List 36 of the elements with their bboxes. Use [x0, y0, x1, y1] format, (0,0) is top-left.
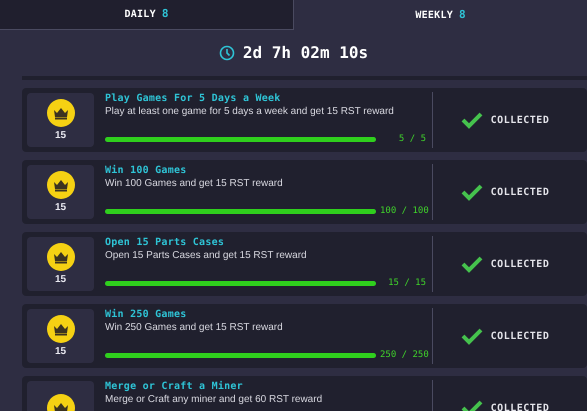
checkmark-icon [460, 327, 483, 345]
quest-description: Win 250 Games and get 15 RST reward [105, 322, 284, 334]
quest-description: Open 15 Parts Cases and get 15 RST reward [105, 250, 308, 262]
crown-coin-icon [46, 243, 74, 271]
reward-amount: 15 [54, 347, 66, 357]
checkmark-icon [460, 183, 483, 201]
checkmark-icon [460, 255, 483, 273]
collected-status: COLLECTED [490, 258, 550, 272]
progress-count: 100 / 100 [380, 204, 426, 218]
quest-title: Win 250 Games [105, 308, 188, 322]
quest-description: Win 100 Games and get 15 RST reward [105, 178, 284, 190]
countdown-timer: 2d 7h 02m 10s [242, 42, 368, 64]
crown-coin-icon [46, 315, 74, 343]
progress-count: 15 / 15 [387, 276, 426, 290]
tab-count: 8 [162, 6, 168, 22]
progress-count: 250 / 250 [380, 348, 426, 362]
reward-amount: 15 [54, 131, 66, 141]
reward-amount: 15 [54, 275, 66, 285]
quest-description: Play at least one game for 5 days a week and get 15 RST reward [105, 106, 395, 118]
collected-status: COLLECTED [490, 402, 550, 411]
quest-title: Play Games For 5 Days a Week [105, 92, 282, 106]
collected-status: COLLECTED [490, 114, 550, 128]
crown-coin-icon [46, 171, 74, 199]
quest-title: Merge or Craft a Miner [105, 380, 244, 394]
quest-title: Open 15 Parts Cases [105, 236, 226, 250]
collected-status: COLLECTED [490, 186, 550, 200]
tab-count: 8 [459, 6, 466, 23]
reward-amount: 15 [54, 203, 66, 213]
progress-count: 5 / 5 [398, 132, 426, 146]
crown-coin-icon [46, 99, 74, 127]
quest-description: Merge or Craft any miner and get 60 RST reward [105, 394, 324, 406]
checkmark-icon [460, 111, 483, 129]
collected-status: COLLECTED [490, 330, 550, 344]
clock-icon [218, 45, 235, 61]
quest-title: Win 100 Games [105, 164, 188, 178]
tab[interactable]: DAILY 8 [0, 0, 293, 30]
